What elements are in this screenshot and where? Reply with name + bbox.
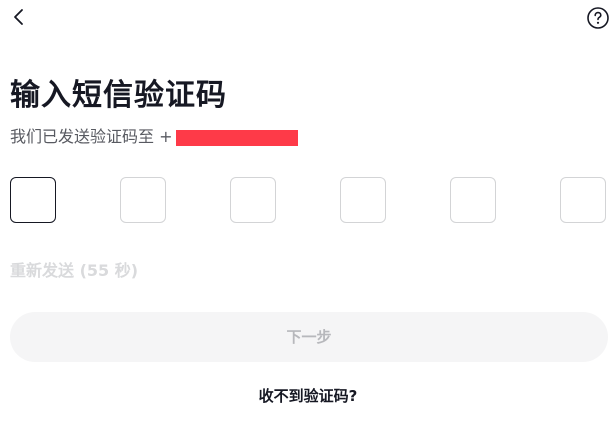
next-step-button[interactable]: 下一步 [10,312,608,362]
page-title: 输入短信验证码 [10,78,227,113]
help-button[interactable] [586,6,610,30]
sent-to-description: 我们已发送验证码至 + [10,127,173,146]
code-input-4[interactable] [340,177,386,223]
resend-countdown: 重新发送 (55 秒) [10,261,139,280]
code-input-5[interactable] [450,177,496,223]
chevron-left-icon [14,9,23,25]
question-circle-icon [587,7,609,29]
code-input-1[interactable] [10,177,56,223]
back-button[interactable] [8,6,30,28]
code-input-6[interactable] [560,177,606,223]
code-input-2[interactable] [120,177,166,223]
code-input-3[interactable] [230,177,276,223]
redacted-phone-number [176,130,298,146]
no-code-received-link[interactable]: 收不到验证码? [0,386,616,406]
